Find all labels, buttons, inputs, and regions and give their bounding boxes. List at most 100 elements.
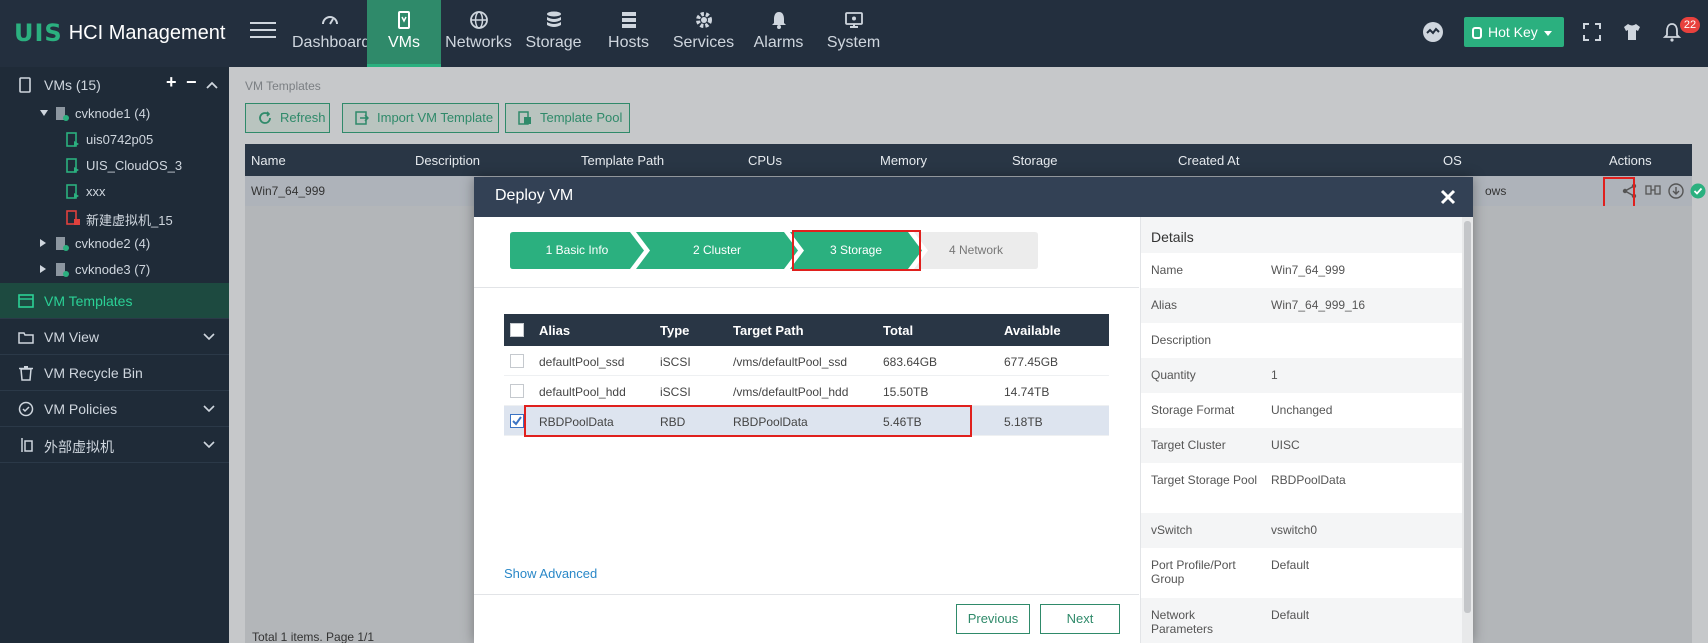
step-network[interactable]: 4 Network (914, 232, 1038, 269)
sync-icon[interactable] (1421, 20, 1445, 44)
host-icon (56, 237, 69, 251)
tree-node-vm[interactable]: xxx (0, 179, 229, 205)
template-pool-button[interactable]: Template Pool (505, 103, 630, 133)
tree-node-vm[interactable]: uis0742p05 (0, 127, 229, 153)
detail-key: Storage Format (1151, 403, 1235, 417)
close-icon[interactable] (1438, 187, 1458, 207)
tree-node-vm[interactable]: 新建虚拟机_15 (0, 205, 229, 231)
column-header[interactable]: Description (415, 153, 480, 168)
detail-row: Alias Win7_64_999_16 (1141, 288, 1463, 323)
nav-label: Storage (525, 34, 582, 51)
template-os: ows (1485, 184, 1507, 198)
sidebar-item-vm-view[interactable]: VM View (0, 319, 229, 355)
pool-type: iSCSI (660, 385, 691, 399)
refresh-icon (259, 111, 271, 124)
tree-node-label: cvknode2 (4) (75, 236, 151, 251)
details-scrollbar[interactable] (1462, 217, 1473, 643)
column-header[interactable]: Target Path (733, 323, 804, 338)
hotkey-button[interactable]: Hot Key (1464, 17, 1564, 47)
nav-vms[interactable]: VMs (367, 0, 441, 74)
add-icon[interactable]: + (166, 72, 177, 93)
caret-right-icon[interactable] (40, 265, 46, 273)
select-all-checkbox[interactable] (510, 323, 524, 337)
column-header[interactable]: Alias (539, 323, 570, 338)
nav-networks[interactable]: Networks (441, 0, 516, 67)
import-vm-template-button[interactable]: Import VM Template (342, 103, 499, 133)
nav-label: Dashboard (292, 34, 371, 51)
sidebar-item-vm-templates[interactable]: VM Templates (0, 283, 229, 319)
column-header[interactable]: Available (1004, 323, 1061, 338)
sidebar-item-vm-recycle-bin[interactable]: VM Recycle Bin (0, 355, 229, 391)
column-header[interactable]: Created At (1178, 153, 1239, 168)
column-header[interactable]: Total (883, 323, 913, 338)
pool-total: 15.50TB (883, 385, 929, 399)
shirt-icon[interactable] (1620, 20, 1644, 44)
table-row[interactable]: defaultPool_hdd iSCSI /vms/defaultPool_h… (504, 376, 1109, 406)
detail-value: vswitch0 (1271, 523, 1318, 537)
tree-node-host[interactable]: cvknode3 (7) (0, 257, 229, 283)
show-advanced-link[interactable]: Show Advanced (504, 566, 597, 581)
caret-right-icon[interactable] (40, 239, 46, 247)
nav-hosts[interactable]: Hosts (591, 0, 666, 67)
tree-node-vm[interactable]: UIS_CloudOS_3 (0, 153, 229, 179)
fullscreen-icon[interactable] (1580, 20, 1604, 44)
step-label: 3 Storage (829, 243, 883, 257)
share-icon[interactable] (1622, 183, 1638, 199)
tree-node-host[interactable]: cvknode1 (4) (0, 101, 229, 127)
table-row[interactable]: RBDPoolData RBD RBDPoolData 5.46TB 5.18T… (504, 406, 1109, 436)
refresh-button[interactable]: Refresh (245, 103, 330, 133)
nav-system[interactable]: System (816, 0, 891, 67)
tree-node-label: cvknode3 (7) (75, 262, 151, 277)
sidebar-vms-header[interactable]: VMs (15) + − (0, 67, 229, 103)
checkmark-icon (512, 416, 522, 426)
chevron-down-icon[interactable] (203, 402, 215, 414)
previous-button[interactable]: Previous (956, 604, 1030, 634)
table-row[interactable]: defaultPool_ssd iSCSI /vms/defaultPool_s… (504, 346, 1109, 376)
scroll-thumb[interactable] (1464, 221, 1471, 613)
column-header[interactable]: Storage (1012, 153, 1058, 168)
details-title: Details (1151, 229, 1194, 245)
column-header[interactable]: Template Path (581, 153, 664, 168)
column-header[interactable]: Memory (880, 153, 927, 168)
detail-key: Target Cluster (1151, 438, 1226, 452)
check-circle-icon[interactable] (1690, 183, 1706, 199)
hamburger-menu-icon[interactable] (250, 22, 276, 44)
chevron-down-icon[interactable] (203, 438, 215, 450)
pool-table-header: Alias Type Target Path Total Available (504, 314, 1109, 346)
vm-running-icon (66, 158, 79, 173)
step-storage[interactable]: 3 Storage (790, 232, 922, 269)
tree-node-host[interactable]: cvknode2 (4) (0, 231, 229, 257)
chevron-down-icon[interactable] (203, 330, 215, 342)
step-basic-info[interactable]: 1 Basic Info (510, 232, 644, 269)
caret-down-icon[interactable] (40, 110, 48, 116)
clone-icon[interactable] (1645, 183, 1661, 199)
sidebar-item-vm-policies[interactable]: VM Policies (0, 391, 229, 427)
column-header[interactable]: Type (660, 323, 689, 338)
row-checkbox[interactable] (510, 384, 524, 398)
vm-running-icon (66, 132, 79, 147)
nav-services[interactable]: Services (666, 0, 741, 67)
detail-row: Quantity 1 (1141, 358, 1463, 393)
next-button[interactable]: Next (1040, 604, 1120, 634)
template-name: Win7_64_999 (251, 184, 326, 198)
nav-alarms[interactable]: Alarms (741, 0, 816, 67)
row-checkbox[interactable] (510, 414, 524, 428)
nav-storage[interactable]: Storage (516, 0, 591, 67)
column-header[interactable]: CPUs (748, 153, 782, 168)
remove-icon[interactable]: − (186, 72, 197, 93)
sidebar-item-label: 外部虚拟机 (44, 439, 114, 455)
column-header[interactable]: Name (251, 153, 286, 168)
sidebar-item-external-vms[interactable]: 外部虚拟机 (0, 427, 229, 463)
download-icon[interactable] (1668, 183, 1684, 199)
templates-table-header: Name Description Template Path CPUs Memo… (245, 144, 1692, 176)
step-cluster[interactable]: 2 Cluster (636, 232, 798, 269)
pool-path: RBDPoolData (733, 415, 808, 429)
details-panel: Details Name Win7_64_999 Alias Win7_64_9… (1140, 217, 1463, 643)
row-checkbox[interactable] (510, 354, 524, 368)
tree-node-label: xxx (86, 184, 106, 199)
nav-dashboard[interactable]: Dashboard (292, 0, 371, 67)
nav-label: Hosts (608, 34, 649, 51)
chevron-up-icon[interactable] (206, 80, 218, 90)
column-header[interactable]: OS (1443, 153, 1462, 168)
template-icon (18, 294, 34, 308)
